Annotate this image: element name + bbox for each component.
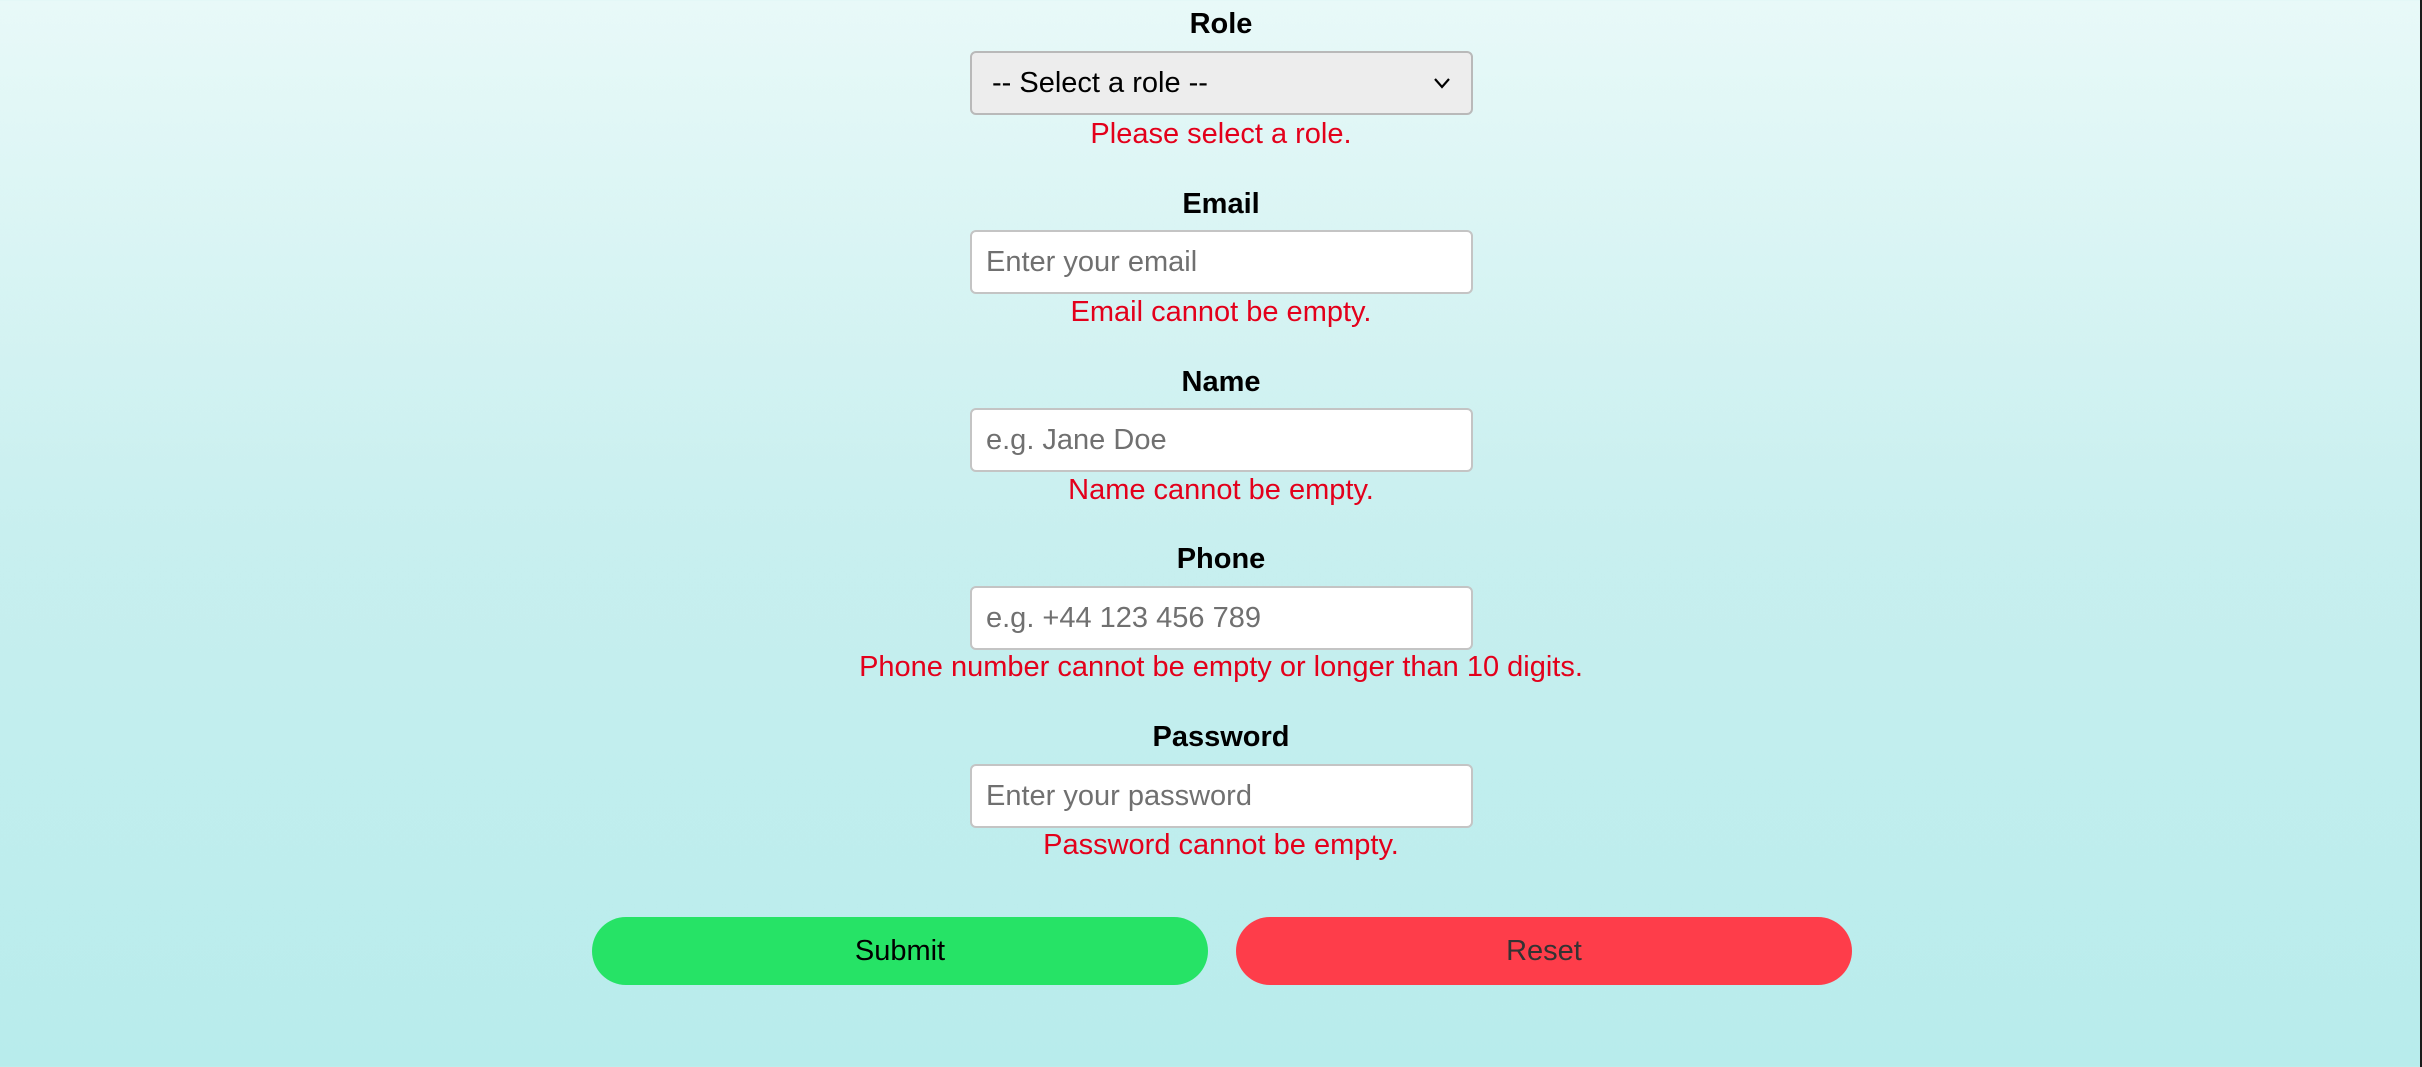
phone-error: Phone number cannot be empty or longer t… <box>859 651 1583 683</box>
email-label: Email <box>1182 188 1260 220</box>
role-select-value: -- Select a role -- <box>992 66 1208 99</box>
email-error: Email cannot be empty. <box>1070 296 1372 328</box>
password-field[interactable] <box>970 764 1473 828</box>
email-field[interactable] <box>970 230 1473 294</box>
role-select[interactable]: -- Select a role -- <box>970 51 1473 115</box>
phone-field[interactable] <box>970 586 1473 650</box>
role-error: Please select a role. <box>1090 118 1352 150</box>
password-error: Password cannot be empty. <box>1043 829 1399 861</box>
name-field[interactable] <box>970 408 1473 472</box>
registration-form: Role -- Select a role -- Please select a… <box>0 0 2420 1067</box>
role-label: Role <box>1189 8 1253 40</box>
reset-button[interactable]: Reset <box>1236 917 1852 985</box>
name-error: Name cannot be empty. <box>1068 474 1374 506</box>
chevron-down-icon <box>1434 78 1450 89</box>
name-label: Name <box>1181 366 1261 398</box>
phone-label: Phone <box>1176 543 1266 575</box>
password-label: Password <box>1152 721 1290 753</box>
submit-button[interactable]: Submit <box>592 917 1208 985</box>
